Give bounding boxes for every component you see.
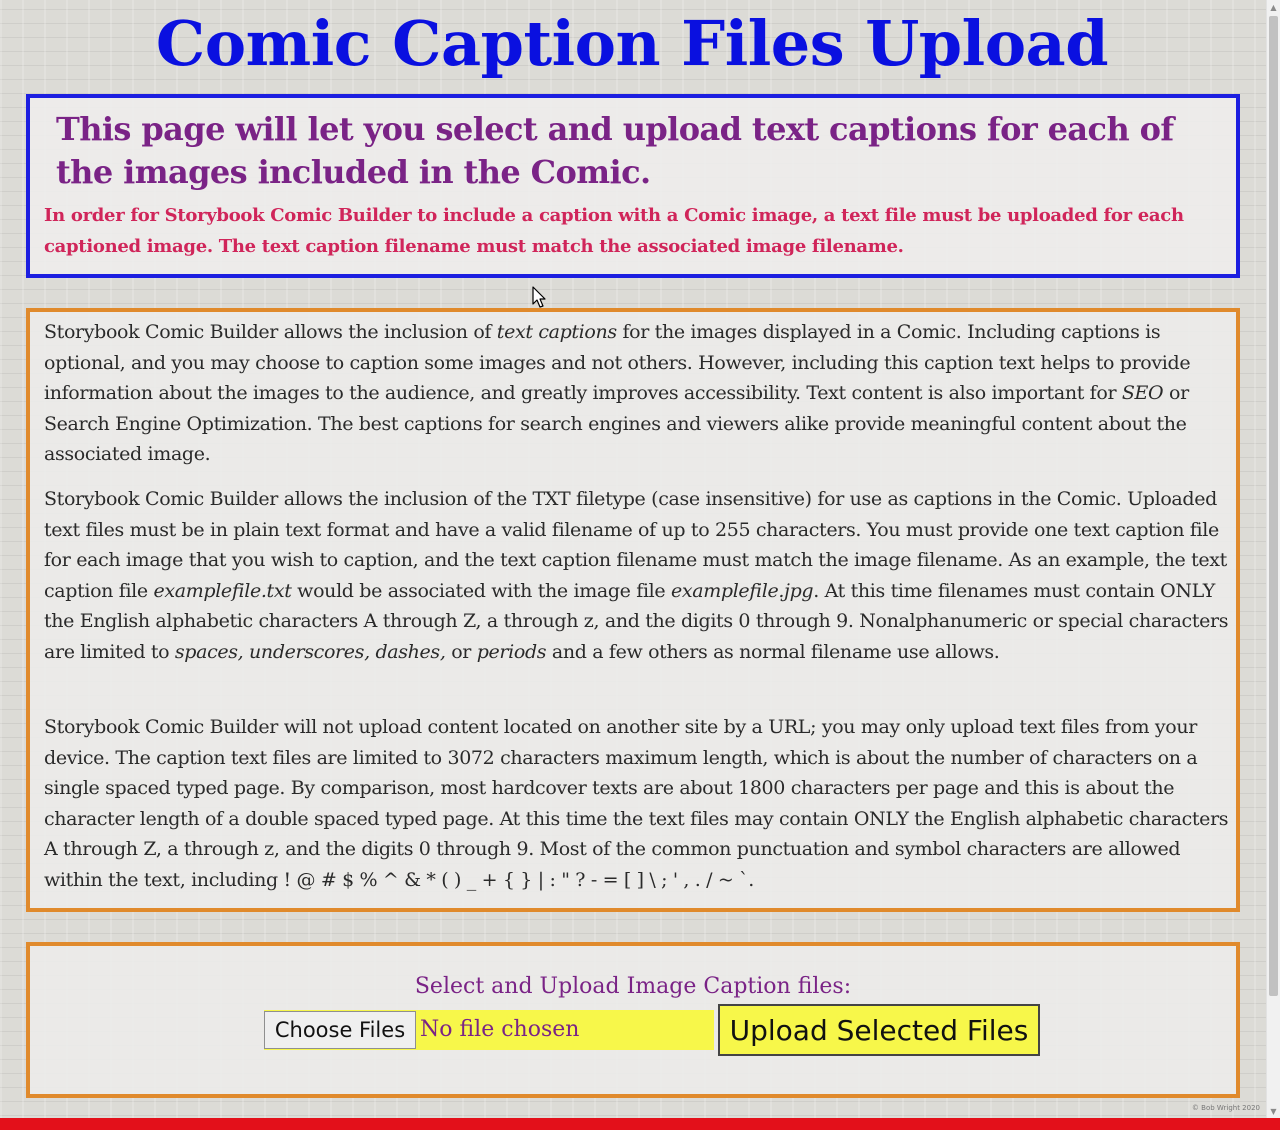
file-input[interactable]: Choose Files No file chosen: [264, 1010, 714, 1050]
intro-box: This page will let you select and upload…: [26, 94, 1240, 278]
footer-bar: [0, 1118, 1280, 1130]
scrollbar-thumb[interactable]: [1269, 16, 1278, 996]
choose-files-button[interactable]: Choose Files: [264, 1011, 416, 1049]
info-paragraph-limits: Storybook Comic Builder will not upload …: [44, 716, 1229, 891]
info-paragraph-captions: Storybook Comic Builder allows the inclu…: [44, 317, 1236, 470]
info-text: or: [445, 640, 477, 663]
intro-note: In order for Storybook Comic Builder to …: [44, 205, 1184, 257]
vertical-scrollbar[interactable]: ▲ ▼: [1266, 0, 1280, 1118]
no-file-chosen-text: No file chosen: [420, 1017, 580, 1042]
info-text: would be associated with the image file: [291, 579, 671, 602]
upload-selected-files-button[interactable]: Upload Selected Files: [718, 1004, 1040, 1056]
upload-box: Select and Upload Image Caption files: C…: [26, 942, 1240, 1098]
info-emphasis: text captions: [496, 321, 617, 343]
page-title: Comic Caption Files Upload: [155, 7, 1109, 80]
intro-heading: This page will let you select and upload…: [56, 110, 1174, 191]
mouse-pointer-icon: [532, 286, 546, 308]
info-emphasis: spaces, underscores, dashes,: [174, 640, 446, 663]
page: Comic Caption Files Upload This page wil…: [0, 0, 1266, 1118]
scroll-down-arrow-icon[interactable]: ▼: [1267, 1104, 1280, 1118]
info-text: Storybook Comic Builder allows the inclu…: [44, 321, 497, 343]
scroll-up-arrow-icon[interactable]: ▲: [1267, 0, 1280, 14]
info-emphasis: examplefile.jpg: [670, 579, 814, 602]
copyright-notice: © Bob Wright 2020: [1191, 1104, 1260, 1112]
info-paragraph-filetypes: Storybook Comic Builder allows the inclu…: [44, 484, 1236, 667]
info-emphasis: periods: [476, 640, 547, 663]
upload-label: Select and Upload Image Caption files:: [414, 974, 852, 999]
info-text: and a few others as normal filename use …: [546, 640, 1000, 663]
info-box: Storybook Comic Builder allows the inclu…: [26, 308, 1240, 912]
info-emphasis: examplefile.txt: [153, 579, 292, 602]
info-emphasis: SEO: [1121, 382, 1164, 404]
